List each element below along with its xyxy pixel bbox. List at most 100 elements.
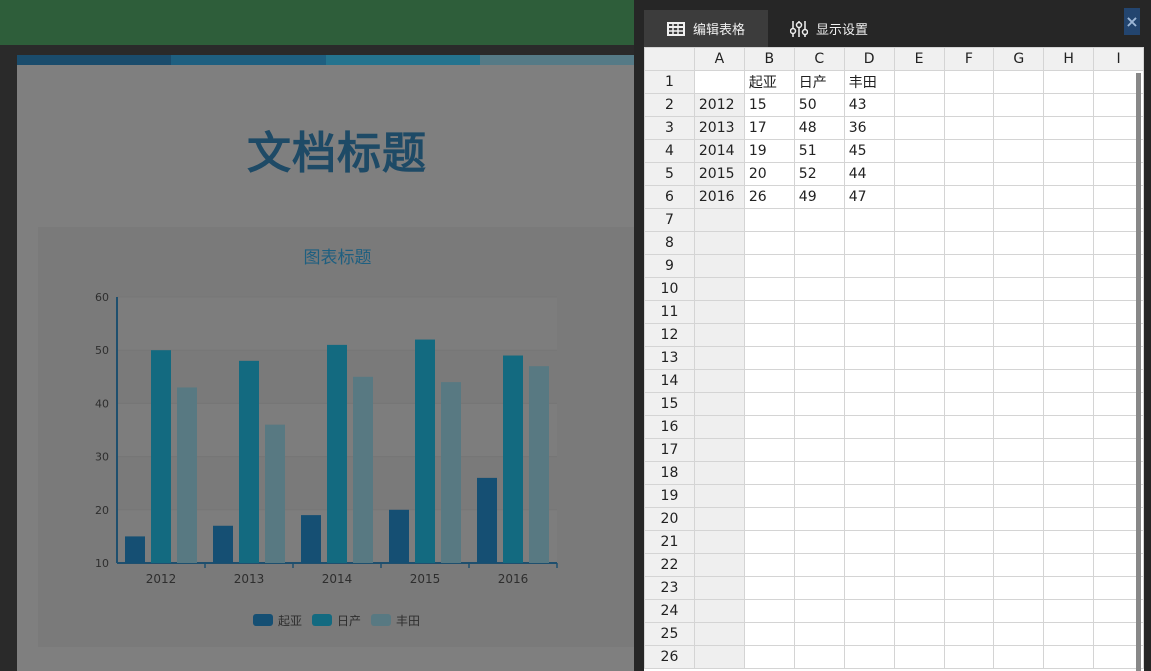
cell-D23[interactable] bbox=[843, 576, 895, 600]
cell-D10[interactable] bbox=[843, 277, 895, 301]
cell-B5[interactable]: 20 bbox=[743, 162, 795, 186]
cell-E14[interactable] bbox=[893, 369, 945, 393]
cell-B10[interactable] bbox=[743, 277, 795, 301]
cell-B23[interactable] bbox=[743, 576, 795, 600]
cell-H4[interactable] bbox=[1043, 139, 1095, 163]
cell-B14[interactable] bbox=[743, 369, 795, 393]
row-header[interactable]: 26 bbox=[644, 645, 695, 669]
cell-D24[interactable] bbox=[843, 599, 895, 623]
cell-F5[interactable] bbox=[943, 162, 995, 186]
cell-G10[interactable] bbox=[993, 277, 1045, 301]
cell-C13[interactable] bbox=[793, 346, 845, 370]
chart-container[interactable]: 图表标题 10 20 30 40 50 60 2012 2013 2014 2015 2016 起亚日… bbox=[38, 227, 634, 647]
cell-D1[interactable]: 丰田 bbox=[843, 70, 895, 94]
cell-B7[interactable] bbox=[743, 208, 795, 232]
cell-G26[interactable] bbox=[993, 645, 1045, 669]
cell-B1[interactable]: 起亚 bbox=[743, 70, 795, 94]
cell-E20[interactable] bbox=[893, 507, 945, 531]
cell-F18[interactable] bbox=[943, 461, 995, 485]
cell-B26[interactable] bbox=[743, 645, 795, 669]
cell-H10[interactable] bbox=[1043, 277, 1095, 301]
cell-A11[interactable] bbox=[693, 300, 745, 324]
cell-F9[interactable] bbox=[943, 254, 995, 278]
column-header[interactable]: D bbox=[843, 47, 895, 71]
cell-F25[interactable] bbox=[943, 622, 995, 646]
cell-H22[interactable] bbox=[1043, 553, 1095, 577]
cell-C21[interactable] bbox=[793, 530, 845, 554]
cell-C5[interactable]: 52 bbox=[793, 162, 845, 186]
cell-F14[interactable] bbox=[943, 369, 995, 393]
cell-E7[interactable] bbox=[893, 208, 945, 232]
cell-H21[interactable] bbox=[1043, 530, 1095, 554]
cell-H20[interactable] bbox=[1043, 507, 1095, 531]
cell-B20[interactable] bbox=[743, 507, 795, 531]
cell-E19[interactable] bbox=[893, 484, 945, 508]
column-header[interactable]: A bbox=[693, 47, 745, 71]
cell-E2[interactable] bbox=[893, 93, 945, 117]
cell-B6[interactable]: 26 bbox=[743, 185, 795, 209]
cell-H9[interactable] bbox=[1043, 254, 1095, 278]
cell-E16[interactable] bbox=[893, 415, 945, 439]
cell-E26[interactable] bbox=[893, 645, 945, 669]
cell-D9[interactable] bbox=[843, 254, 895, 278]
row-header[interactable]: 16 bbox=[644, 415, 695, 439]
cell-B11[interactable] bbox=[743, 300, 795, 324]
cell-A18[interactable] bbox=[693, 461, 745, 485]
cell-G23[interactable] bbox=[993, 576, 1045, 600]
cell-D11[interactable] bbox=[843, 300, 895, 324]
cell-F17[interactable] bbox=[943, 438, 995, 462]
cell-E4[interactable] bbox=[893, 139, 945, 163]
cell-H25[interactable] bbox=[1043, 622, 1095, 646]
cell-G15[interactable] bbox=[993, 392, 1045, 416]
cell-A15[interactable] bbox=[693, 392, 745, 416]
cell-F26[interactable] bbox=[943, 645, 995, 669]
cell-D25[interactable] bbox=[843, 622, 895, 646]
cell-D16[interactable] bbox=[843, 415, 895, 439]
cell-C8[interactable] bbox=[793, 231, 845, 255]
cell-E23[interactable] bbox=[893, 576, 945, 600]
cell-E9[interactable] bbox=[893, 254, 945, 278]
cell-A10[interactable] bbox=[693, 277, 745, 301]
cell-G20[interactable] bbox=[993, 507, 1045, 531]
cell-C16[interactable] bbox=[793, 415, 845, 439]
cell-A19[interactable] bbox=[693, 484, 745, 508]
cell-C24[interactable] bbox=[793, 599, 845, 623]
cell-E6[interactable] bbox=[893, 185, 945, 209]
cell-H26[interactable] bbox=[1043, 645, 1095, 669]
cell-E8[interactable] bbox=[893, 231, 945, 255]
cell-H18[interactable] bbox=[1043, 461, 1095, 485]
cell-C25[interactable] bbox=[793, 622, 845, 646]
cell-G24[interactable] bbox=[993, 599, 1045, 623]
cell-G3[interactable] bbox=[993, 116, 1045, 140]
cell-G22[interactable] bbox=[993, 553, 1045, 577]
cell-F21[interactable] bbox=[943, 530, 995, 554]
tab-display-settings[interactable]: 显示设置 bbox=[788, 10, 868, 47]
column-header[interactable]: C bbox=[793, 47, 845, 71]
cell-B4[interactable]: 19 bbox=[743, 139, 795, 163]
cell-G12[interactable] bbox=[993, 323, 1045, 347]
cell-G17[interactable] bbox=[993, 438, 1045, 462]
cell-B25[interactable] bbox=[743, 622, 795, 646]
cell-G8[interactable] bbox=[993, 231, 1045, 255]
cell-F7[interactable] bbox=[943, 208, 995, 232]
cell-G21[interactable] bbox=[993, 530, 1045, 554]
row-header[interactable]: 20 bbox=[644, 507, 695, 531]
cell-C26[interactable] bbox=[793, 645, 845, 669]
cell-G16[interactable] bbox=[993, 415, 1045, 439]
cell-C17[interactable] bbox=[793, 438, 845, 462]
cell-B8[interactable] bbox=[743, 231, 795, 255]
cell-H12[interactable] bbox=[1043, 323, 1095, 347]
cell-E12[interactable] bbox=[893, 323, 945, 347]
cell-A25[interactable] bbox=[693, 622, 745, 646]
cell-G9[interactable] bbox=[993, 254, 1045, 278]
row-header[interactable]: 23 bbox=[644, 576, 695, 600]
cell-C14[interactable] bbox=[793, 369, 845, 393]
cell-E11[interactable] bbox=[893, 300, 945, 324]
column-header[interactable]: G bbox=[993, 47, 1045, 71]
cell-A3[interactable]: 2013 bbox=[693, 116, 745, 140]
close-button[interactable]: × bbox=[1124, 8, 1140, 35]
tab-edit-table[interactable]: 编辑表格 bbox=[644, 10, 768, 47]
cell-D19[interactable] bbox=[843, 484, 895, 508]
cell-G6[interactable] bbox=[993, 185, 1045, 209]
cell-G19[interactable] bbox=[993, 484, 1045, 508]
